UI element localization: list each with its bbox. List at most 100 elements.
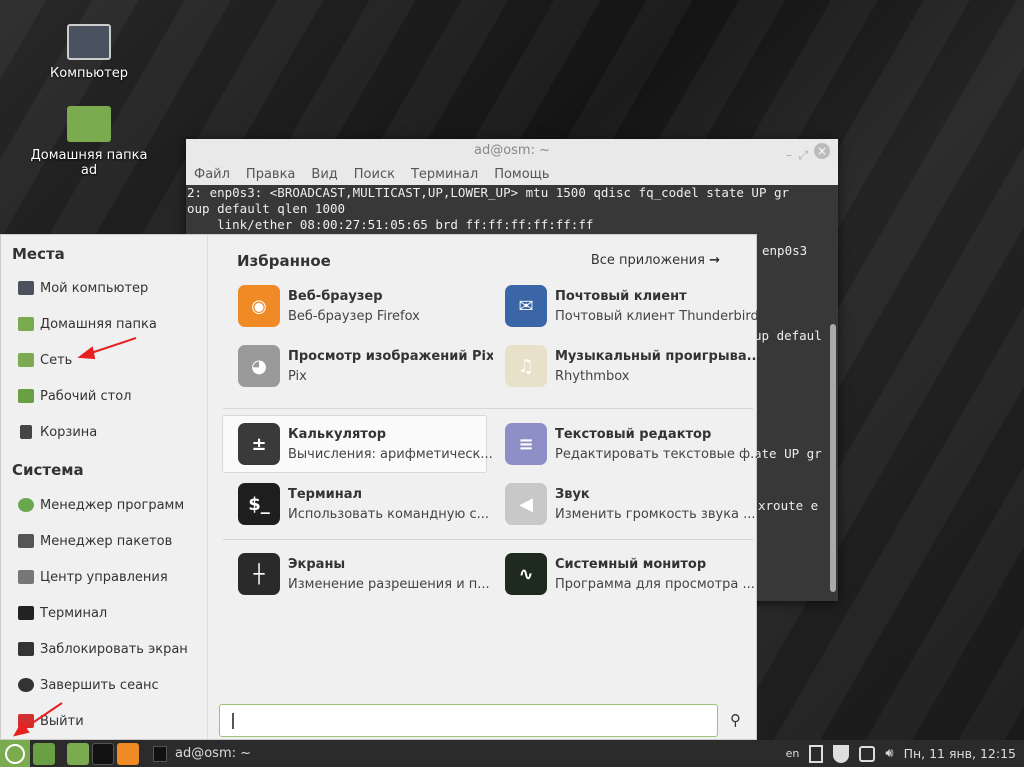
terminal-icon: $_ xyxy=(238,483,280,525)
maximize-button[interactable]: ⤢ xyxy=(798,143,808,167)
terminal-line: enp0s3 xyxy=(762,243,808,258)
update-manager-icon[interactable] xyxy=(809,744,824,763)
menu-help[interactable]: Помощь xyxy=(494,167,549,182)
system-control-center[interactable]: Центр управления xyxy=(18,567,168,587)
item-label: Центр управления xyxy=(40,569,168,585)
place-trash[interactable]: Корзина xyxy=(18,422,97,442)
terminal-line: xroute e xyxy=(758,498,819,513)
terminal-launcher[interactable] xyxy=(92,742,114,765)
trash-icon xyxy=(20,425,32,439)
search-icon[interactable]: ⚲ xyxy=(730,711,741,729)
divider xyxy=(223,408,753,409)
search-input[interactable] xyxy=(219,704,718,737)
logout-icon xyxy=(18,678,34,692)
desktop-icon-computer[interactable]: Компьютер xyxy=(24,24,154,81)
app-description: Pix xyxy=(288,368,307,384)
network-icon[interactable] xyxy=(859,745,876,762)
displays-icon: ┼ xyxy=(238,553,280,595)
volume-icon[interactable]: 🔊︎ xyxy=(885,746,893,761)
lock-icon xyxy=(18,642,34,656)
power-icon xyxy=(18,714,34,728)
clock[interactable]: Пн, 11 янв, 12:15 xyxy=(904,746,1016,761)
menu-view[interactable]: Вид xyxy=(311,167,337,182)
app-music[interactable]: ♫ Музыкальный проигрыва... Rhythmbox xyxy=(490,337,760,395)
menu-terminal[interactable]: Терминал xyxy=(411,167,478,182)
app-description: Изменение разрешения и п... xyxy=(288,576,490,592)
favorites-heading: Избранное xyxy=(237,252,331,270)
app-calculator[interactable]: ± Калькулятор Вычисления: арифметическ... xyxy=(222,415,493,473)
calculator-icon: ± xyxy=(238,423,280,465)
terminal-scrollbar[interactable] xyxy=(830,324,836,592)
app-name: Терминал xyxy=(288,486,363,502)
home-folder-icon xyxy=(67,106,111,142)
system-quit[interactable]: Выйти xyxy=(18,711,84,731)
terminal-line: up defaul xyxy=(754,328,822,343)
terminal-titlebar[interactable]: ad@osm: ~ – ⤢ × xyxy=(186,139,838,163)
item-label: Домашняя папка xyxy=(40,316,157,332)
app-name: Калькулятор xyxy=(288,426,387,442)
app-description: Изменить громкость звука ... xyxy=(555,506,756,522)
desktop-folder-icon xyxy=(18,389,34,403)
place-computer[interactable]: Мой компьютер xyxy=(18,278,148,298)
menu-apps-pane: Избранное Все приложения → ◉ Веб-браузер В… xyxy=(208,235,760,739)
keyboard-layout[interactable]: en xyxy=(786,747,800,760)
item-label: Менеджер программ xyxy=(40,497,185,513)
app-firefox[interactable]: ◉ Веб-браузер Веб-браузер Firefox xyxy=(223,277,488,335)
sound-icon: ◀ xyxy=(505,483,547,525)
app-system-monitor[interactable]: ∿ Системный монитор Программа для просмотр… xyxy=(490,545,755,603)
menu-search[interactable]: Поиск xyxy=(354,167,395,182)
item-label: Выйти xyxy=(40,713,84,729)
mail-icon: ✉ xyxy=(505,285,547,327)
menu-sidebar: Места Мой компьютер Домашняя папка Сеть … xyxy=(1,235,208,739)
system-software-manager[interactable]: Менеджер программ xyxy=(18,495,184,515)
system-logout[interactable]: Завершить сеанс xyxy=(18,675,159,695)
show-desktop-button[interactable] xyxy=(33,742,55,765)
firefox-launcher[interactable] xyxy=(117,742,139,765)
taskbar: ad@osm: ~ en 🔊︎ Пн, 11 янв, 12:15 xyxy=(0,740,1024,767)
app-description: Веб-браузер Firefox xyxy=(288,308,420,324)
app-description: Rhythmbox xyxy=(555,368,630,384)
item-label: Рабочий стол xyxy=(40,388,132,404)
app-name: Музыкальный проигрыва... xyxy=(555,348,760,364)
taskbar-window-terminal[interactable]: ad@osm: ~ xyxy=(153,745,251,762)
minimize-button[interactable]: – xyxy=(786,143,792,167)
app-name: Почтовый клиент xyxy=(555,288,687,304)
app-text-editor[interactable]: ≡ Текстовый редактор Редактировать текстов… xyxy=(490,415,760,473)
pix-icon: ◕ xyxy=(238,345,280,387)
home-folder-icon xyxy=(18,317,34,331)
system-terminal[interactable]: Терминал xyxy=(18,603,107,623)
desktop-icon-label: Домашняя папка ad xyxy=(30,148,148,178)
app-terminal[interactable]: $_ Терминал Использовать командную с... xyxy=(223,475,489,533)
place-home[interactable]: Домашняя папка xyxy=(18,314,157,334)
app-name: Просмотр изображений Pix xyxy=(288,348,493,364)
terminal-icon xyxy=(153,745,167,762)
app-name: Текстовый редактор xyxy=(555,426,712,442)
app-sound[interactable]: ◀ Звук Изменить громкость звука ... xyxy=(490,475,756,533)
files-launcher[interactable] xyxy=(67,742,89,765)
terminal-line: 2: enp0s3: <BROADCAST,MULTICAST,UP,LOWER… xyxy=(187,185,790,200)
app-mail[interactable]: ✉ Почтовый клиент Почтовый клиент Thunderb… xyxy=(490,277,759,335)
desktop-icon-label: Компьютер xyxy=(50,66,128,81)
desktop-icon-home[interactable]: Домашняя папка ad xyxy=(24,106,154,178)
place-desktop[interactable]: Рабочий стол xyxy=(18,386,131,406)
window-title: ad@osm: ~ xyxy=(473,143,550,158)
system-package-manager[interactable]: Менеджер пакетов xyxy=(18,531,172,551)
menu-edit[interactable]: Правка xyxy=(246,167,295,182)
item-label: Терминал xyxy=(40,605,108,621)
all-apps-button[interactable]: Все приложения → xyxy=(591,253,720,268)
app-pix[interactable]: ◕ Просмотр изображений Pix Pix xyxy=(223,337,493,395)
shield-icon[interactable] xyxy=(833,744,850,763)
text-cursor xyxy=(232,713,234,729)
close-button[interactable]: × xyxy=(814,143,830,159)
app-displays[interactable]: ┼ Экраны Изменение разрешения и п... xyxy=(223,545,490,603)
terminal-line: ate UP gr xyxy=(754,446,822,461)
app-description: Программа для просмотра ... xyxy=(555,576,755,592)
system-lock-screen[interactable]: Заблокировать экран xyxy=(18,639,188,659)
terminal-menubar: Файл Правка Вид Поиск Терминал Помощь xyxy=(186,163,838,185)
menu-button[interactable] xyxy=(0,740,30,767)
mint-logo-icon xyxy=(5,743,25,764)
place-network[interactable]: Сеть xyxy=(18,350,72,370)
menu-file[interactable]: Файл xyxy=(194,167,230,182)
app-name: Звук xyxy=(555,486,590,502)
software-manager-icon xyxy=(18,498,34,512)
